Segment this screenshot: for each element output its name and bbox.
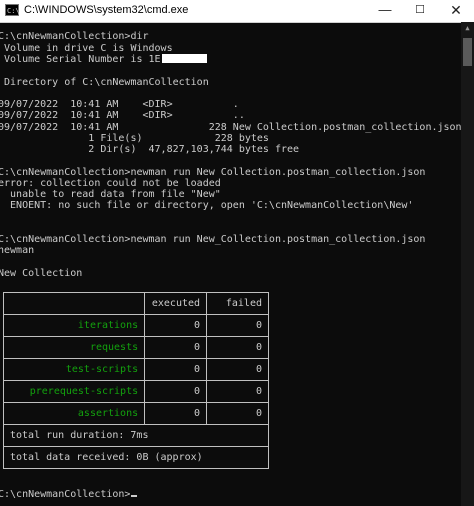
failed-count: 0 <box>206 314 269 337</box>
row-label: iterations <box>2 314 146 337</box>
console-line: Volume in drive C is Windows <box>0 43 173 54</box>
console-line: 09/07/2022 10:41 AM <DIR> .. <box>0 110 245 121</box>
console-line: 09/07/2022 10:41 AM <DIR> . <box>0 99 239 110</box>
console-line: 2 Dir(s) 47,827,103,744 bytes free <box>0 144 300 155</box>
failed-count: 0 <box>206 336 269 359</box>
console-output[interactable]: C:\cnNewmanCollection>dir Volume in driv… <box>0 22 461 506</box>
console-line: ENOENT: no such file or directory, open … <box>0 200 414 211</box>
console-line: newman <box>0 245 35 256</box>
console-line: Directory of C:\cnNewmanCollection <box>0 77 209 88</box>
table-row: total data received: 0B (approx) <box>3 446 269 469</box>
executed-count: 0 <box>144 402 208 425</box>
row-label: assertions <box>2 402 146 425</box>
scrollbar-thumb[interactable] <box>463 38 472 66</box>
row-label: prerequest-scripts <box>2 380 146 403</box>
executed-count: 0 <box>144 336 208 359</box>
console-line: C:\cnNewmanCollection>newman run New Col… <box>0 167 426 178</box>
console-line: error: collection could not be loaded <box>0 178 221 189</box>
executed-count: 0 <box>144 380 208 403</box>
column-header-failed: failed <box>206 292 269 315</box>
run-duration: total run duration: 7ms <box>3 424 269 447</box>
row-label: test-scripts <box>2 358 146 381</box>
table-row: iterations 0 0 <box>2 314 269 337</box>
minimize-button[interactable]: — <box>372 0 398 22</box>
redacted-box <box>161 54 207 63</box>
column-header-executed: executed <box>144 292 208 315</box>
console-line: C:\cnNewmanCollection>newman run New_Col… <box>0 234 426 245</box>
vertical-scrollbar[interactable]: ▲ <box>461 22 474 506</box>
table-row: assertions 0 0 <box>2 402 269 425</box>
row-label: requests <box>2 336 146 359</box>
scroll-up-arrow-icon[interactable]: ▲ <box>461 22 474 35</box>
cmd-icon <box>5 4 19 16</box>
text-cursor <box>131 495 138 497</box>
maximize-button[interactable]: ☐ <box>407 0 433 22</box>
failed-count: 0 <box>206 358 269 381</box>
data-received: total data received: 0B (approx) <box>3 446 269 469</box>
table-row: prerequest-scripts 0 0 <box>2 380 269 403</box>
failed-count: 0 <box>206 402 269 425</box>
console-line: New Collection <box>0 268 83 279</box>
executed-count: 0 <box>144 314 208 337</box>
window-title: C:\WINDOWS\system32\cmd.exe <box>24 4 189 16</box>
table-row: requests 0 0 <box>2 336 269 359</box>
console-line: C:\cnNewmanCollection>dir <box>0 31 149 42</box>
title-bar[interactable]: C:\WINDOWS\system32\cmd.exe — ☐ ✕ <box>0 0 474 23</box>
executed-count: 0 <box>144 358 208 381</box>
close-button[interactable]: ✕ <box>443 0 469 22</box>
console-line: Volume Serial Number is 1E <box>0 54 207 65</box>
newman-summary-table: executed failed iterations 0 0 requests … <box>2 292 269 469</box>
console-line: 09/07/2022 10:41 AM 228 New Collection.p… <box>0 122 461 133</box>
table-row: total run duration: 7ms <box>3 424 269 447</box>
table-row: test-scripts 0 0 <box>2 358 269 381</box>
prompt-text: C:\cnNewmanCollection> <box>0 489 131 500</box>
table-header-row: executed failed <box>2 292 269 315</box>
console-line: unable to read data from file "New" <box>0 189 221 200</box>
table-header-blank <box>2 292 146 315</box>
serial-number-text: Volume Serial Number is 1E <box>0 54 161 65</box>
failed-count: 0 <box>206 380 269 403</box>
console-prompt-line[interactable]: C:\cnNewmanCollection> <box>0 489 138 500</box>
console-line: 1 File(s) 228 bytes <box>0 133 269 144</box>
